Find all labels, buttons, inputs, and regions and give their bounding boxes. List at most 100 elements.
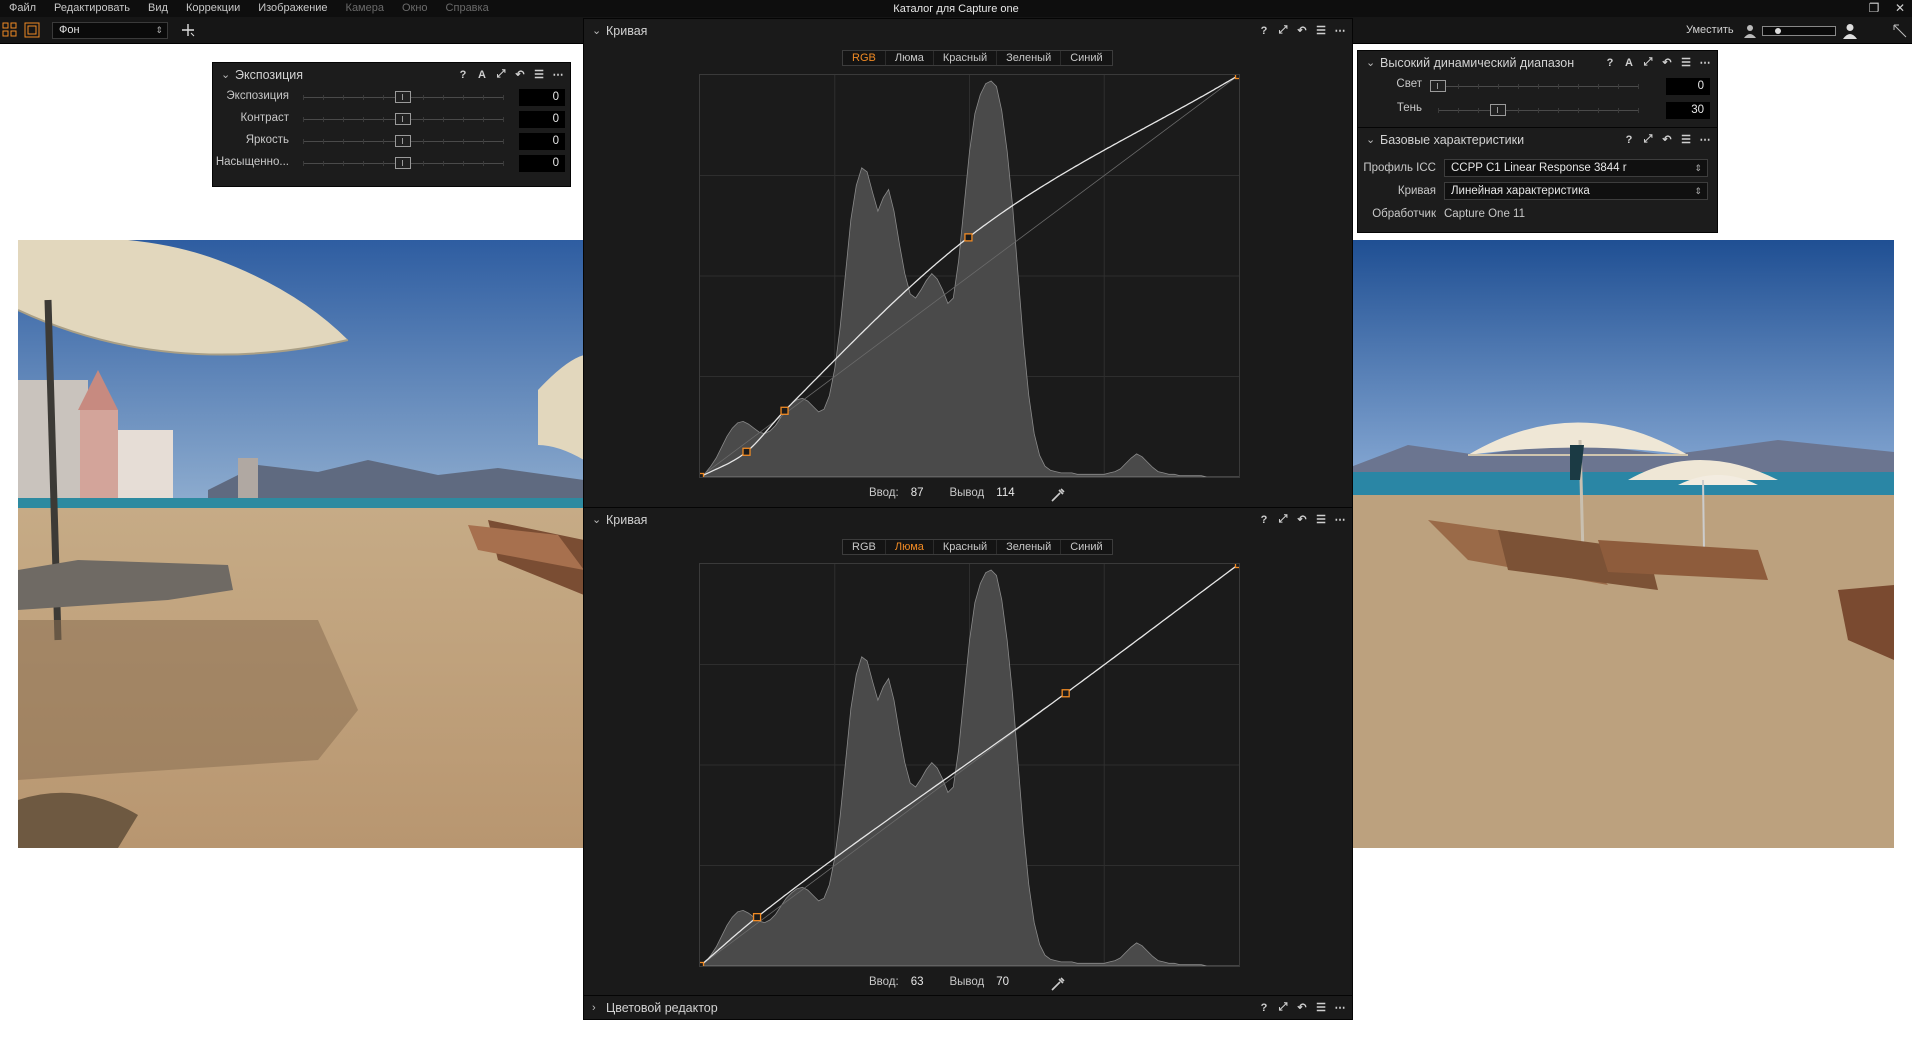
menu-item[interactable]: Вид (139, 0, 177, 17)
reset-icon[interactable]: ↶ (1661, 56, 1673, 69)
person-large-icon[interactable] (1842, 23, 1858, 39)
presets-icon[interactable]: ☰ (533, 68, 545, 81)
more-icon[interactable]: ⋯ (1334, 1001, 1346, 1014)
color-editor-header[interactable]: › Цветовой редактор ? ⤢ ↶ ☰ ⋯ (584, 996, 1352, 1019)
tab-channel[interactable]: RGB (843, 51, 886, 65)
curve-control-point[interactable] (752, 912, 762, 922)
close-window-icon[interactable]: ✕ (1890, 0, 1910, 17)
add-layer-icon[interactable] (180, 22, 196, 38)
slider-value-input[interactable]: 0 (519, 155, 565, 172)
copy-apply-icon[interactable]: ⤢ (495, 68, 507, 81)
slider-value-input[interactable]: 30 (1666, 102, 1710, 119)
menu-item[interactable]: Изображение (249, 0, 336, 17)
help-icon[interactable]: ? (1258, 514, 1270, 526)
help-icon[interactable]: ? (1604, 57, 1616, 69)
slider-value-input[interactable]: 0 (1666, 78, 1710, 95)
hdr-panel-header[interactable]: ⌄ Высокий динамический диапазон ? A ⤢ ↶ ☰ ⋯ (1358, 51, 1717, 74)
fit-label[interactable]: Уместить (1686, 24, 1734, 36)
presets-icon[interactable]: ☰ (1680, 133, 1692, 146)
curve-control-point[interactable] (1061, 689, 1070, 698)
slider-thumb[interactable] (395, 135, 411, 147)
slider-thumb[interactable] (395, 113, 411, 125)
tab-channel[interactable]: RGB (843, 540, 886, 554)
icc-profile-select[interactable]: CCPP C1 Linear Response 3844 r ⇕ (1444, 159, 1708, 177)
slider-value-input[interactable]: 0 (519, 111, 565, 128)
tab-channel[interactable]: Красный (934, 540, 998, 554)
presets-icon[interactable]: ☰ (1315, 513, 1327, 526)
help-icon[interactable]: ? (1258, 25, 1270, 37)
reset-icon[interactable]: ↶ (1296, 513, 1308, 526)
menu-item[interactable]: Файл (0, 0, 45, 17)
curve-2-graph[interactable] (695, 559, 1244, 971)
single-view-icon[interactable] (24, 22, 40, 38)
slider-thumb[interactable] (395, 157, 411, 169)
more-icon[interactable]: ⋯ (1699, 56, 1711, 69)
curve-panel-1-header[interactable]: ⌄ Кривая ? ⤢ ↶ ☰ ⋯ (584, 19, 1352, 42)
tab-channel[interactable]: Синий (1061, 540, 1111, 554)
tab-channel[interactable]: Зеленый (997, 51, 1062, 65)
eyedropper-icon[interactable] (1049, 975, 1067, 993)
auto-icon[interactable]: A (1623, 57, 1635, 69)
expand-chevron-icon[interactable]: › (592, 1002, 606, 1014)
zoom-slider[interactable] (1762, 26, 1836, 36)
slider-thumb[interactable] (1430, 80, 1446, 92)
person-icon[interactable] (1742, 23, 1758, 39)
presets-icon[interactable]: ☰ (1315, 1001, 1327, 1014)
curve-1-graph[interactable] (695, 70, 1244, 482)
eyedropper-icon[interactable] (1049, 486, 1067, 504)
collapse-chevron-icon[interactable]: ⌄ (592, 513, 606, 526)
tab-channel[interactable]: Люма (886, 51, 934, 65)
curve-panel-2-header[interactable]: ⌄ Кривая ? ⤢ ↶ ☰ ⋯ (584, 508, 1352, 531)
layer-select[interactable]: Фон ⇕ (52, 22, 168, 39)
curve-control-point[interactable] (964, 233, 973, 242)
slider-thumb[interactable] (395, 91, 411, 103)
menu-item[interactable]: Редактировать (45, 0, 139, 17)
more-icon[interactable]: ⋯ (1334, 513, 1346, 526)
collapse-chevron-icon[interactable]: ⌄ (1366, 133, 1380, 146)
reset-icon[interactable]: ↶ (514, 68, 526, 81)
base-panel-header[interactable]: ⌄ Базовые характеристики ? ⤢ ↶ ☰ ⋯ (1358, 128, 1717, 151)
presets-icon[interactable]: ☰ (1315, 24, 1327, 37)
help-icon[interactable]: ? (457, 69, 469, 81)
curve-control-point[interactable] (742, 447, 751, 456)
curve-select[interactable]: Линейная характеристика ⇕ (1444, 182, 1708, 200)
curve-control-point[interactable] (780, 406, 789, 415)
slider-thumb[interactable] (1490, 104, 1506, 116)
more-icon[interactable]: ⋯ (1699, 133, 1711, 146)
curve-control-point[interactable] (1234, 70, 1244, 80)
grid-view-icon[interactable] (2, 22, 18, 38)
tab-channel[interactable]: Люма (886, 540, 934, 554)
curve-1-plot[interactable] (695, 70, 1244, 482)
slider-value-input[interactable]: 0 (519, 133, 565, 150)
collapse-chevron-icon[interactable]: ⌄ (221, 68, 235, 81)
zoom-slider-thumb[interactable] (1774, 28, 1781, 34)
reset-icon[interactable]: ↶ (1296, 1001, 1308, 1014)
presets-icon[interactable]: ☰ (1680, 56, 1692, 69)
curve-control-point[interactable] (695, 961, 705, 971)
tab-channel[interactable]: Синий (1061, 51, 1111, 65)
auto-icon[interactable]: A (476, 69, 488, 81)
copy-apply-icon[interactable]: ⤢ (1642, 56, 1654, 69)
collapse-chevron-icon[interactable]: ⌄ (1366, 56, 1380, 69)
reset-icon[interactable]: ↶ (1296, 24, 1308, 37)
expand-icon[interactable] (1892, 23, 1908, 39)
more-icon[interactable]: ⋯ (552, 68, 564, 81)
help-icon[interactable]: ? (1258, 1002, 1270, 1014)
curve-control-point[interactable] (1234, 559, 1244, 569)
curve-2-plot[interactable] (695, 559, 1244, 971)
help-icon[interactable]: ? (1623, 134, 1635, 146)
menu-item[interactable]: Коррекции (177, 0, 249, 17)
restore-window-icon[interactable]: ❐ (1864, 0, 1884, 17)
tab-channel[interactable]: Зеленый (997, 540, 1062, 554)
tab-channel[interactable]: Красный (934, 51, 998, 65)
more-icon[interactable]: ⋯ (1334, 24, 1346, 37)
exposure-panel-header[interactable]: ⌄ Экспозиция ? A ⤢ ↶ ☰ ⋯ (213, 63, 570, 86)
copy-apply-icon[interactable]: ⤢ (1277, 1001, 1289, 1014)
copy-apply-icon[interactable]: ⤢ (1277, 513, 1289, 526)
copy-apply-icon[interactable]: ⤢ (1642, 133, 1654, 146)
curve-control-point[interactable] (695, 472, 705, 482)
slider-value-input[interactable]: 0 (519, 89, 565, 106)
copy-apply-icon[interactable]: ⤢ (1277, 24, 1289, 37)
reset-icon[interactable]: ↶ (1661, 133, 1673, 146)
collapse-chevron-icon[interactable]: ⌄ (592, 24, 606, 37)
